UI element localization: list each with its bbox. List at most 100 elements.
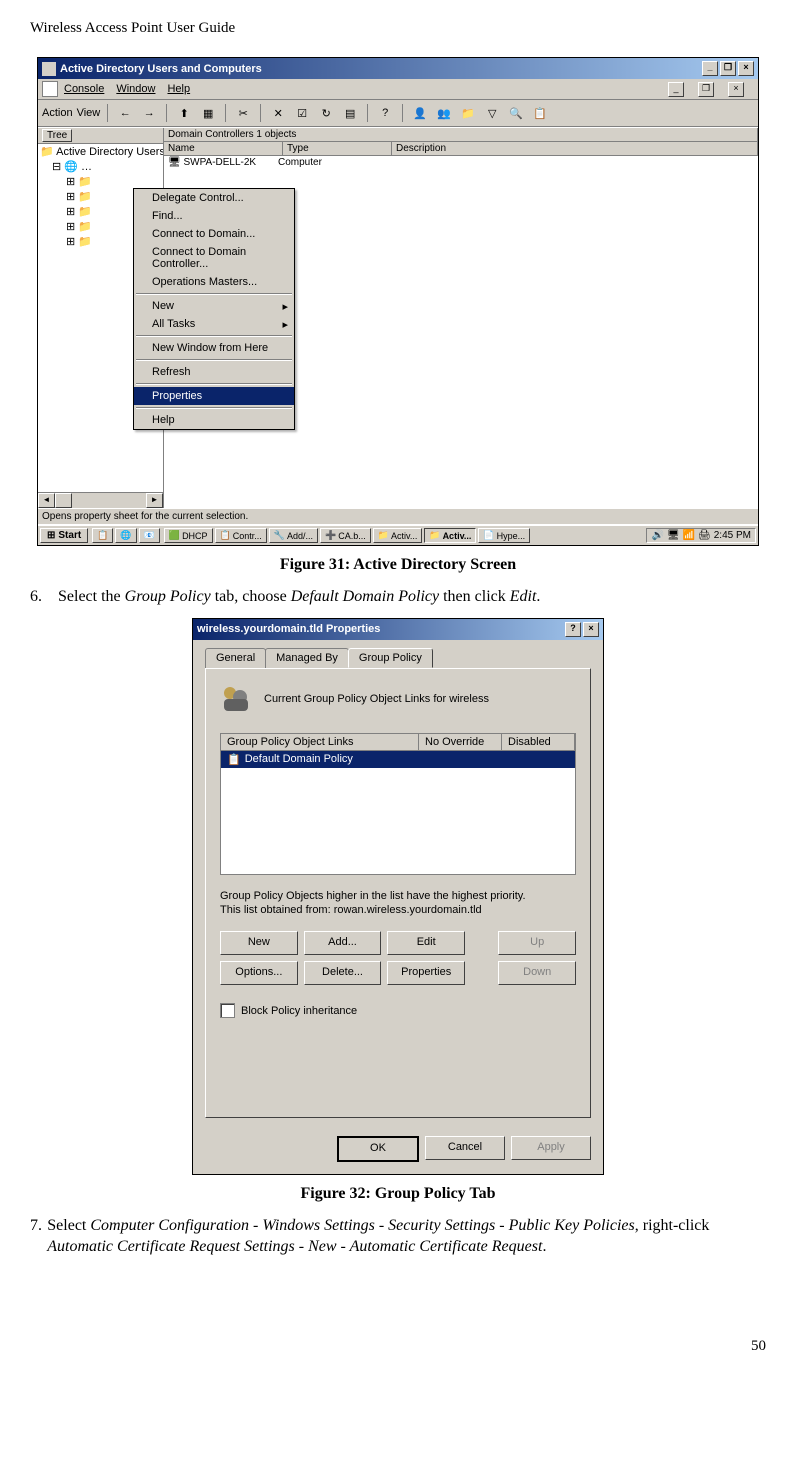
- toolbar-icon-3[interactable]: 📁: [458, 103, 478, 123]
- options-button[interactable]: Options...: [220, 961, 298, 985]
- col-name[interactable]: Name: [164, 142, 283, 155]
- task-dhcp[interactable]: 🟩DHCP: [164, 528, 213, 543]
- tray-icon-2[interactable]: 🖥: [667, 530, 680, 541]
- page-header: Wireless Access Point User Guide: [30, 20, 766, 37]
- tree-scrollbar[interactable]: ◄►: [38, 492, 163, 508]
- up-button[interactable]: ⬆: [174, 103, 194, 123]
- figure-31-caption: Figure 31: Active Directory Screen: [30, 556, 766, 574]
- block-inheritance-checkbox[interactable]: [220, 1003, 235, 1018]
- ctx-new[interactable]: New: [134, 297, 294, 315]
- menu-help[interactable]: Help: [167, 83, 190, 95]
- page-number: 50: [30, 1338, 766, 1355]
- menu-window[interactable]: Window: [116, 83, 155, 95]
- delete-button[interactable]: Delete...: [304, 961, 382, 985]
- col-links[interactable]: Group Policy Object Links: [221, 734, 419, 750]
- ctx-delegate[interactable]: Delegate Control...: [134, 189, 294, 207]
- mdi-close-button[interactable]: ×: [728, 82, 744, 97]
- task-hype[interactable]: 📄Hype...: [478, 528, 530, 543]
- ctx-help[interactable]: Help: [134, 411, 294, 429]
- refresh-icon[interactable]: ↻: [316, 103, 336, 123]
- task-activ1[interactable]: 📁Activ...: [373, 528, 423, 543]
- gp-title-bar: wireless.yourdomain.tld Properties ? ×: [193, 619, 603, 640]
- ctx-find[interactable]: Find...: [134, 207, 294, 225]
- add-button[interactable]: Add...: [304, 931, 382, 955]
- help-icon[interactable]: ?: [375, 103, 395, 123]
- ctx-new-window[interactable]: New Window from Here: [134, 339, 294, 357]
- export-icon[interactable]: ▤: [340, 103, 360, 123]
- list-column-headers: Name Type Description: [164, 142, 758, 156]
- edit-button[interactable]: Edit: [387, 931, 465, 955]
- properties-button[interactable]: Properties: [387, 961, 465, 985]
- block-inheritance-row: Block Policy inheritance: [220, 1003, 576, 1018]
- col-disabled[interactable]: Disabled: [502, 734, 575, 750]
- toolbar-view[interactable]: View: [77, 107, 101, 119]
- start-button[interactable]: ⊞ Start: [40, 528, 88, 543]
- col-description[interactable]: Description: [392, 142, 758, 155]
- properties-icon[interactable]: ☑: [292, 103, 312, 123]
- ctx-all-tasks[interactable]: All Tasks: [134, 315, 294, 333]
- gp-list-header: Group Policy Object Links No Override Di…: [221, 734, 575, 751]
- task-add[interactable]: 🔧Add/...: [269, 528, 318, 543]
- tray-icon-3[interactable]: 📶: [683, 530, 695, 541]
- list-row[interactable]: 🖥 SWPA-DELL-2K Computer: [164, 156, 758, 169]
- context-menu: Delegate Control... Find... Connect to D…: [133, 188, 295, 430]
- tree-tab[interactable]: Tree: [42, 129, 72, 142]
- toolbar-icon-1[interactable]: 👤: [410, 103, 430, 123]
- tab-managed-by[interactable]: Managed By: [265, 648, 349, 668]
- tab-general[interactable]: General: [205, 648, 266, 668]
- ok-button[interactable]: OK: [337, 1136, 419, 1162]
- tree-root-item[interactable]: 📁 Active Directory Users: [38, 144, 163, 159]
- col-type[interactable]: Type: [283, 142, 392, 155]
- new-button[interactable]: New: [220, 931, 298, 955]
- ctx-properties[interactable]: Properties: [134, 387, 294, 405]
- col-no-override[interactable]: No Override: [419, 734, 502, 750]
- ctx-connect-dc[interactable]: Connect to Domain Controller...: [134, 243, 294, 273]
- menu-console[interactable]: Console: [64, 83, 104, 95]
- ql-1[interactable]: 📋: [92, 528, 113, 543]
- toolbar-icon-4[interactable]: 📋: [530, 103, 550, 123]
- mdi-restore-button[interactable]: ❐: [698, 82, 714, 97]
- restore-button[interactable]: ❐: [720, 61, 736, 76]
- delete-icon[interactable]: ✕: [268, 103, 288, 123]
- tree-child[interactable]: ⊟ 🌐 …: [38, 159, 163, 174]
- toolbar-action[interactable]: Action: [42, 107, 73, 119]
- tray-icon-1[interactable]: 🔊: [651, 530, 663, 541]
- ctx-refresh[interactable]: Refresh: [134, 363, 294, 381]
- mdi-minimize-button[interactable]: _: [668, 82, 684, 97]
- back-button[interactable]: ←: [115, 103, 135, 123]
- minimize-button[interactable]: _: [702, 61, 718, 76]
- tab-group-policy[interactable]: Group Policy: [348, 648, 433, 668]
- filter-icon[interactable]: ▽: [482, 103, 502, 123]
- windows-logo-icon: ⊞: [47, 530, 55, 541]
- task-ca[interactable]: ➕CA.b...: [320, 528, 371, 543]
- close-button[interactable]: ×: [738, 61, 754, 76]
- cancel-button[interactable]: Cancel: [425, 1136, 505, 1160]
- tray-icon-4[interactable]: 🖨: [698, 530, 711, 541]
- gp-body: General Managed By Group Policy Current …: [193, 640, 603, 1130]
- gp-row-label: Default Domain Policy: [245, 753, 353, 765]
- toolbar-icon-2[interactable]: 👥: [434, 103, 454, 123]
- ctx-op-masters[interactable]: Operations Masters...: [134, 273, 294, 291]
- cut-icon[interactable]: ✂: [233, 103, 253, 123]
- gp-close-button[interactable]: ×: [583, 622, 599, 637]
- console-menubar: Console Window Help _ ❐ ×: [38, 79, 758, 100]
- find-icon[interactable]: 🔍: [506, 103, 526, 123]
- gp-heading-row: Current Group Policy Object Links for wi…: [220, 683, 576, 715]
- task-activ2[interactable]: 📁Activ...: [424, 528, 476, 543]
- forward-button[interactable]: →: [139, 103, 159, 123]
- gp-list-row-selected[interactable]: 📋 Default Domain Policy: [221, 751, 575, 768]
- task-contr[interactable]: 📋Contr...: [215, 528, 267, 543]
- up-button[interactable]: Up: [498, 931, 576, 955]
- apply-button[interactable]: Apply: [511, 1136, 591, 1160]
- gp-help-button[interactable]: ?: [565, 622, 581, 637]
- tree-sub-1[interactable]: ⊞ 📁: [38, 174, 163, 189]
- gp-tabpanel: Current Group Policy Object Links for wi…: [205, 668, 591, 1118]
- gp-title-text: wireless.yourdomain.tld Properties: [197, 623, 380, 635]
- ad-title-text: Active Directory Users and Computers: [60, 63, 262, 75]
- ctx-connect-domain[interactable]: Connect to Domain...: [134, 225, 294, 243]
- ql-2[interactable]: 🌐: [115, 528, 136, 543]
- show-button[interactable]: ▦: [198, 103, 218, 123]
- down-button[interactable]: Down: [498, 961, 576, 985]
- status-bar: Opens property sheet for the current sel…: [38, 508, 758, 524]
- ql-3[interactable]: 📧: [139, 528, 160, 543]
